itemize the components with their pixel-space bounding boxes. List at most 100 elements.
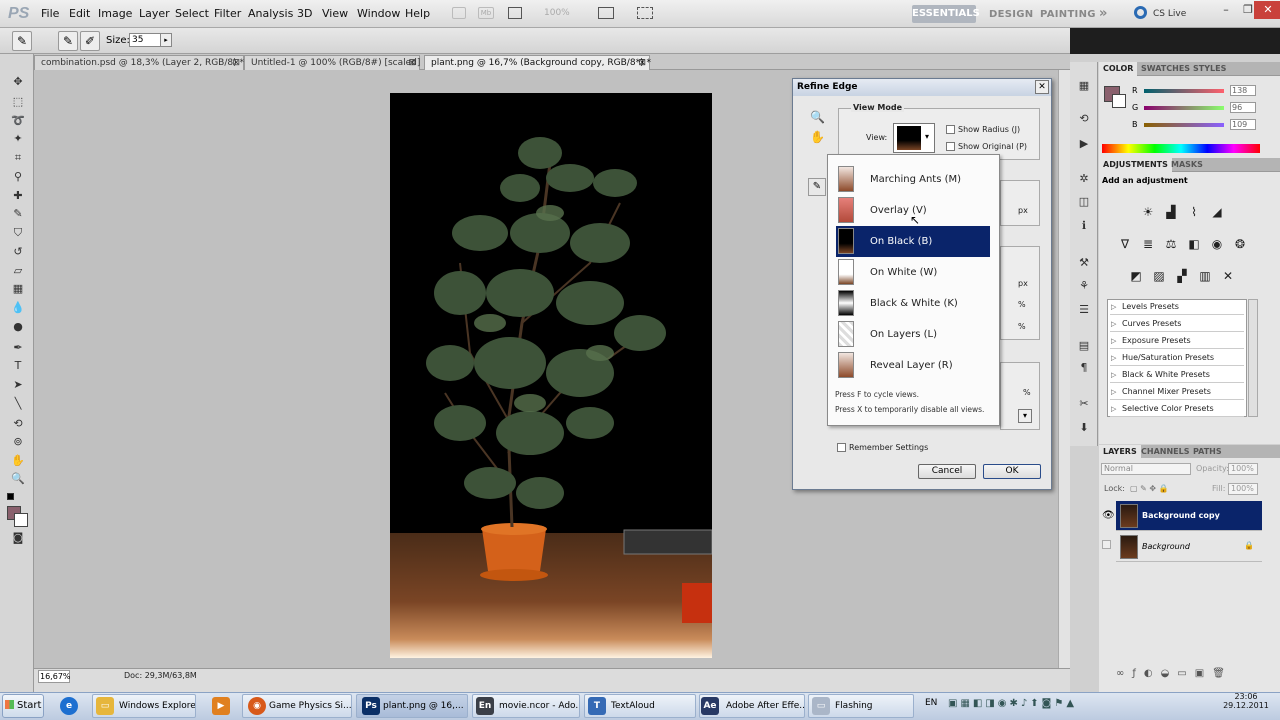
actions-panel-icon[interactable]: ▶ bbox=[1075, 136, 1093, 152]
zoom-level-field[interactable]: 100% bbox=[544, 8, 570, 18]
healing-brush-tool-icon[interactable]: ✚ bbox=[9, 188, 27, 204]
erase-refinements-tool-icon[interactable]: ✐ bbox=[80, 31, 100, 51]
blend-mode-select[interactable]: Normal bbox=[1101, 463, 1191, 475]
hue-saturation-icon[interactable]: ≣ bbox=[1140, 236, 1156, 252]
tab-layers[interactable]: LAYERS bbox=[1099, 445, 1141, 459]
shape-tool-icon[interactable]: ╲ bbox=[9, 396, 27, 412]
3d-panel-icon[interactable]: ✲ bbox=[1075, 171, 1093, 187]
show-radius-checkbox[interactable] bbox=[946, 125, 955, 134]
view-extras-icon[interactable] bbox=[508, 7, 522, 19]
more-workspaces-icon[interactable]: » bbox=[1099, 6, 1108, 21]
menu-help[interactable]: Help bbox=[405, 7, 430, 20]
tab-untitled[interactable]: Untitled-1 @ 100% (RGB/8#) [scaled] ⊠ bbox=[244, 55, 420, 70]
view-option-on-white[interactable]: On White (W) bbox=[836, 257, 990, 288]
refine-radius-tool-icon[interactable]: ✎ bbox=[58, 31, 78, 51]
cs-live-label[interactable]: CS Live bbox=[1153, 9, 1186, 19]
gradient-tool-icon[interactable]: ▦ bbox=[9, 281, 27, 297]
tool-preset-picker[interactable]: ✎ bbox=[12, 31, 32, 51]
remember-settings-checkbox[interactable] bbox=[837, 443, 846, 452]
view-option-black-white[interactable]: Black & White (K) bbox=[836, 288, 990, 319]
history-brush-tool-icon[interactable]: ↺ bbox=[9, 244, 27, 260]
arrange-documents-icon[interactable] bbox=[598, 7, 614, 19]
posterize-icon[interactable]: ▨ bbox=[1151, 268, 1167, 284]
tray-clock[interactable]: 23:06 29.12.2011 bbox=[1214, 692, 1278, 710]
vertical-scrollbar[interactable] bbox=[1058, 70, 1070, 668]
color-background-swatch[interactable] bbox=[1112, 94, 1126, 108]
list-item[interactable]: Channel Mixer Presets bbox=[1110, 384, 1244, 400]
black-white-icon[interactable]: ◧ bbox=[1186, 236, 1202, 252]
refine-radius-icon[interactable]: ✎ bbox=[808, 178, 826, 196]
language-indicator[interactable]: EN bbox=[925, 698, 937, 708]
list-item[interactable]: Selective Color Presets bbox=[1110, 401, 1244, 417]
background-color-swatch[interactable] bbox=[14, 513, 28, 527]
g-slider[interactable] bbox=[1144, 106, 1224, 110]
paths-tool-panel-icon[interactable]: ✂ bbox=[1075, 396, 1093, 412]
workspace-design[interactable]: DESIGN bbox=[989, 9, 1033, 20]
media-player-icon[interactable]: ▶ bbox=[212, 697, 230, 715]
invert-icon[interactable]: ◩ bbox=[1128, 268, 1144, 284]
lasso-tool-icon[interactable]: ➰ bbox=[9, 113, 27, 129]
presets-scrollbar[interactable] bbox=[1248, 299, 1258, 417]
gradient-map-icon[interactable]: ▥ bbox=[1197, 268, 1213, 284]
view-option-on-black[interactable]: On Black (B) bbox=[836, 226, 990, 257]
visibility-toggle[interactable] bbox=[1102, 540, 1111, 549]
hand-icon[interactable]: ✋ bbox=[810, 130, 825, 144]
tab-masks[interactable]: MASKS bbox=[1167, 158, 1207, 172]
tool-presets-panel-icon[interactable]: ☰ bbox=[1075, 302, 1093, 318]
show-original-checkbox[interactable] bbox=[946, 142, 955, 151]
eraser-tool-icon[interactable]: ▱ bbox=[9, 263, 27, 279]
internet-explorer-icon[interactable]: e bbox=[60, 697, 78, 715]
tab-plant[interactable]: plant.png @ 16,7% (Background copy, RGB/… bbox=[424, 55, 651, 70]
plant-photo[interactable] bbox=[390, 93, 712, 658]
3d-orbit-tool-icon[interactable]: ⊚ bbox=[9, 434, 27, 450]
threshold-icon[interactable]: ▞ bbox=[1174, 268, 1190, 284]
list-item[interactable]: Levels Presets bbox=[1110, 299, 1244, 315]
list-item[interactable]: Exposure Presets bbox=[1110, 333, 1244, 349]
tab-combination[interactable]: combination.psd @ 18,3% (Layer 2, RGB/8)… bbox=[34, 55, 244, 70]
b-slider[interactable] bbox=[1144, 123, 1224, 127]
tab-styles[interactable]: STYLES bbox=[1189, 62, 1230, 76]
tab-color[interactable]: COLOR bbox=[1099, 62, 1138, 76]
close-tab-icon[interactable]: ⊠ bbox=[408, 56, 416, 70]
view-select[interactable]: ▾ bbox=[893, 123, 935, 153]
channel-mixer-icon[interactable]: ❂ bbox=[1232, 236, 1248, 252]
menu-3d[interactable]: 3D bbox=[297, 7, 312, 20]
list-item[interactable]: Curves Presets bbox=[1110, 316, 1244, 332]
menu-filter[interactable]: Filter bbox=[214, 7, 241, 20]
marquee-tool-icon[interactable]: ⬚ bbox=[9, 94, 27, 110]
dodge-tool-icon[interactable]: ● bbox=[9, 319, 27, 335]
brush-panel-icon[interactable]: ⚒ bbox=[1075, 255, 1093, 271]
view-option-on-layers[interactable]: On Layers (L) bbox=[836, 319, 990, 350]
brush-tool-icon[interactable]: ✎ bbox=[9, 206, 27, 222]
photo-filter-icon[interactable]: ◉ bbox=[1209, 236, 1225, 252]
b-value-input[interactable]: 109 bbox=[1230, 119, 1256, 130]
path-selection-tool-icon[interactable]: ➤ bbox=[9, 377, 27, 393]
tab-swatches[interactable]: SWATCHES bbox=[1137, 62, 1194, 76]
move-tool-icon[interactable]: ✥ bbox=[9, 74, 27, 90]
zoom-tool-icon[interactable]: 🔍 bbox=[9, 471, 27, 487]
r-value-input[interactable]: 138 bbox=[1230, 85, 1256, 96]
pen-tool-icon[interactable]: ✒ bbox=[9, 340, 27, 356]
output-to-dropdown-icon[interactable]: ▾ bbox=[1018, 409, 1032, 423]
type-tool-icon[interactable]: T bbox=[9, 358, 27, 374]
close-icon[interactable]: ✕ bbox=[1254, 1, 1280, 19]
list-item[interactable]: Black & White Presets bbox=[1110, 367, 1244, 383]
3d-rotate-tool-icon[interactable]: ⟲ bbox=[9, 416, 27, 432]
quick-select-tool-icon[interactable]: ✦ bbox=[9, 131, 27, 147]
tab-adjustments[interactable]: ADJUSTMENTS bbox=[1099, 158, 1172, 172]
clone-stamp-tool-icon[interactable]: ⛉ bbox=[9, 225, 27, 241]
exposure-icon[interactable]: ◢ bbox=[1209, 204, 1225, 220]
selective-color-icon[interactable]: ✕ bbox=[1220, 268, 1236, 284]
close-tab-icon[interactable]: ⊠ bbox=[232, 56, 240, 70]
layer-bottom-icons[interactable]: ∞ƒ◐◒▭▣🗑 bbox=[1116, 668, 1233, 679]
document-size-info[interactable]: Doc: 29,3M/63,8M bbox=[124, 671, 197, 680]
dialog-close-icon[interactable]: ✕ bbox=[1035, 80, 1049, 94]
g-value-input[interactable]: 96 bbox=[1230, 102, 1256, 113]
workspace-essentials[interactable]: ESSENTIALS bbox=[912, 5, 980, 23]
lock-transparent-icon[interactable]: ▢ ✎ ✥ 🔒 bbox=[1130, 484, 1169, 493]
history-panel-icon[interactable]: ⟲ bbox=[1075, 111, 1093, 127]
menu-image[interactable]: Image bbox=[98, 7, 132, 20]
layer-row[interactable]: Background 🔒 bbox=[1116, 532, 1262, 562]
curves-icon[interactable]: ⌇ bbox=[1186, 204, 1202, 220]
vibrance-icon[interactable]: ∇ bbox=[1117, 236, 1133, 252]
